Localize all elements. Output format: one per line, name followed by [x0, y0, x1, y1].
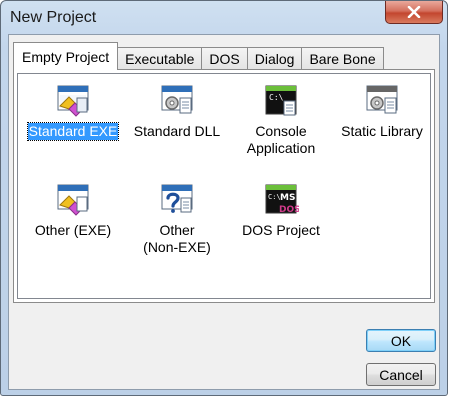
tab-panel: Standard EXE Standard DLL C:\ Console Ap… — [13, 69, 435, 303]
template-label: Standard EXE — [26, 122, 120, 141]
tab-executable[interactable]: Executable — [117, 47, 203, 70]
tab-strip: Empty Project Executable DOS Dialog Bare… — [13, 42, 384, 70]
project-template-list[interactable]: Standard EXE Standard DLL C:\ Console Ap… — [17, 73, 431, 299]
template-label: Static Library — [341, 123, 423, 139]
console-app-icon: C:\ — [265, 85, 297, 116]
template-console-application[interactable]: C:\ Console Application — [229, 84, 333, 157]
title-bar[interactable]: New Project — [1, 1, 447, 35]
window-title: New Project — [10, 9, 97, 26]
template-label: DOS Project — [242, 222, 320, 238]
static-library-icon — [366, 85, 398, 114]
other-exe-icon — [57, 184, 89, 216]
dialog-client-area: Empty Project Executable DOS Dialog Bare… — [8, 34, 440, 390]
template-label: Console — [255, 123, 307, 139]
console-prompt-text: C:\ — [268, 193, 281, 201]
tab-dos[interactable]: DOS — [201, 47, 248, 70]
template-label-line2: (Non-EXE) — [143, 239, 211, 255]
template-other-non-exe[interactable]: Other (Non-EXE) — [125, 183, 229, 256]
template-static-library[interactable]: Static Library — [330, 84, 434, 140]
template-label: Other (EXE) — [34, 222, 112, 238]
template-other-exe[interactable]: Other (EXE) — [21, 183, 125, 239]
close-icon — [407, 6, 421, 18]
template-dos-project[interactable]: C:\ MS DOS DOS Project — [229, 183, 333, 239]
tab-empty-project[interactable]: Empty Project — [13, 42, 119, 70]
template-standard-dll[interactable]: Standard DLL — [125, 84, 229, 140]
console-prompt-text: C:\ — [269, 93, 284, 102]
ok-button[interactable]: OK — [366, 329, 436, 352]
standard-dll-icon — [161, 85, 193, 114]
other-non-exe-icon — [161, 184, 193, 213]
standard-exe-icon — [57, 85, 89, 117]
template-label-line2: Application — [246, 140, 316, 156]
template-standard-exe[interactable]: Standard EXE — [21, 84, 125, 141]
template-label: Other — [159, 222, 195, 238]
dos-logo-text: DOS — [279, 205, 299, 215]
cancel-button[interactable]: Cancel — [366, 363, 436, 386]
ms-logo-text: MS — [280, 193, 295, 203]
tab-dialog[interactable]: Dialog — [246, 47, 303, 70]
close-button[interactable] — [385, 1, 443, 24]
new-project-dialog: New Project Empty Project Executable DOS… — [0, 0, 448, 396]
dos-project-icon: C:\ MS DOS — [265, 184, 299, 215]
template-label: Standard DLL — [133, 123, 221, 139]
tab-bare-bone[interactable]: Bare Bone — [301, 47, 384, 70]
